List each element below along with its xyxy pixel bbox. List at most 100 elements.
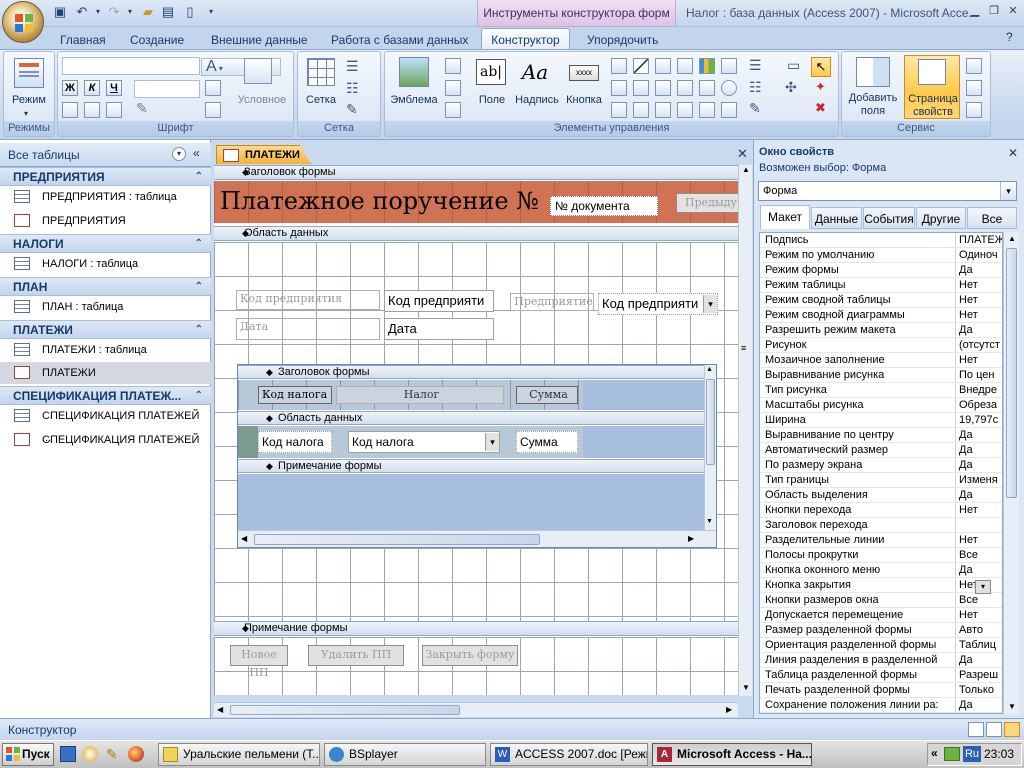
- close-document-icon[interactable]: ✕: [737, 146, 748, 162]
- subform-header-bar[interactable]: Заголовок формы: [238, 365, 706, 379]
- doc-number-field[interactable]: № документа: [550, 196, 658, 216]
- scroll-down-icon[interactable]: ▼: [742, 683, 750, 692]
- nav-menu-chevron-icon[interactable]: ▾: [172, 147, 186, 161]
- property-row[interactable]: Допускается перемещение Нет: [760, 608, 1002, 623]
- tool-icon[interactable]: ✎: [106, 746, 122, 762]
- property-value[interactable]: Да: [956, 563, 1002, 577]
- property-row[interactable]: Режим формы Да: [760, 263, 1002, 278]
- align-right-icon[interactable]: [106, 102, 122, 118]
- property-value[interactable]: Да: [956, 443, 1002, 457]
- property-row[interactable]: Кнопки перехода Нет: [760, 503, 1002, 518]
- property-row[interactable]: Режим сводной таблицы Нет: [760, 293, 1002, 308]
- subform-icon[interactable]: [699, 80, 715, 96]
- task-item-access[interactable]: A Microsoft Access - На...: [652, 743, 812, 766]
- scroll-left-icon[interactable]: ◀: [217, 705, 223, 714]
- line-type-ctl-icon[interactable]: ☷: [749, 79, 762, 96]
- insert-activex-icon[interactable]: [721, 102, 737, 118]
- scroll-down-icon[interactable]: ▼: [1008, 702, 1016, 711]
- language-indicator[interactable]: Ru: [963, 746, 981, 762]
- nav-item-plan-table[interactable]: ПЛАН : таблица: [0, 296, 211, 318]
- company-code-label[interactable]: Код предприятия: [236, 290, 380, 310]
- section-footer-bar[interactable]: Примечание формы: [214, 621, 738, 636]
- nav-item-spec-form[interactable]: СПЕЦИФИКАЦИЯ ПЛАТЕЖЕЙ: [0, 429, 211, 451]
- subform-control[interactable]: Заголовок формы ◆ Код налога Налог Сумма…: [237, 364, 717, 548]
- tab-control-icon[interactable]: [611, 58, 627, 74]
- option-button-icon[interactable]: [721, 80, 737, 96]
- tab-events[interactable]: События: [863, 207, 915, 229]
- subform-tax-combo[interactable]: Код налога ▾: [348, 431, 500, 453]
- nav-group-companies[interactable]: ПРЕДПРИЯТИЯ ⌃: [0, 167, 211, 186]
- tray-network-icon[interactable]: [944, 747, 960, 761]
- property-value[interactable]: Авто: [956, 623, 1002, 637]
- tab-design[interactable]: Конструктор: [481, 28, 570, 50]
- nav-group-payment-spec[interactable]: СПЕЦИФИКАЦИЯ ПЛАТЕЖ... ⌃: [0, 386, 211, 405]
- toggle-button-icon[interactable]: [655, 102, 671, 118]
- property-row[interactable]: Рисунок (отсутст: [760, 338, 1002, 353]
- property-value[interactable]: Одиноч: [956, 248, 1002, 262]
- property-value[interactable]: (отсутст: [956, 338, 1002, 352]
- clock[interactable]: 23:03: [984, 746, 1014, 762]
- control-wizards-icon[interactable]: ✣: [785, 79, 797, 96]
- special-effect-icon[interactable]: ▭: [787, 57, 800, 74]
- close-form-button[interactable]: Закрыть форму: [422, 645, 518, 666]
- property-row[interactable]: Линия разделения в разделенной Да: [760, 653, 1002, 668]
- tab-arrange[interactable]: Упорядочить: [583, 31, 662, 49]
- line-thickness-icon[interactable]: ☰: [346, 58, 359, 75]
- line-color-icon[interactable]: ✎: [346, 101, 358, 118]
- property-value[interactable]: Да: [956, 458, 1002, 472]
- chevron-up-icon[interactable]: ⌃: [195, 168, 203, 186]
- property-row[interactable]: Режим сводной диаграммы Нет: [760, 308, 1002, 323]
- title-icon[interactable]: [445, 58, 461, 74]
- company-label[interactable]: Предприятие: [510, 293, 594, 311]
- property-row[interactable]: Ширина 19,797с: [760, 413, 1002, 428]
- scroll-grip-icon[interactable]: ≡: [741, 343, 750, 353]
- property-value[interactable]: Изменя: [956, 473, 1002, 487]
- date-label[interactable]: Дата: [236, 318, 380, 340]
- subform-sum-label[interactable]: Сумма: [516, 386, 578, 404]
- macro-icon[interactable]: [966, 80, 982, 96]
- nav-item-payments-form[interactable]: ПЛАТЕЖИ: [0, 362, 211, 384]
- rectangle-icon[interactable]: [611, 80, 627, 96]
- line-thickness-ctl-icon[interactable]: ☰: [749, 57, 762, 74]
- view-code-icon[interactable]: [966, 102, 982, 118]
- property-row[interactable]: Выравнивание по центру Да: [760, 428, 1002, 443]
- hyperlink-icon[interactable]: [655, 58, 671, 74]
- property-row[interactable]: Ориентация разделенной формы Таблиц: [760, 638, 1002, 653]
- redo-icon[interactable]: ↷: [106, 4, 122, 20]
- delete-control-icon[interactable]: ✖: [815, 100, 826, 116]
- code-icon[interactable]: [966, 58, 982, 74]
- line-type-icon[interactable]: ☷: [346, 80, 359, 97]
- subform-tax-code-label[interactable]: Код налога: [258, 386, 332, 404]
- chevron-down-icon[interactable]: ▾: [1000, 182, 1016, 200]
- underline-button[interactable]: Ч: [106, 80, 122, 96]
- property-value[interactable]: По цен: [956, 368, 1002, 382]
- form-view-icon[interactable]: [968, 722, 984, 737]
- property-row[interactable]: Масштабы рисунка Обреза: [760, 398, 1002, 413]
- property-value[interactable]: Да: [956, 323, 1002, 337]
- format-painter-icon[interactable]: ✎: [136, 100, 148, 117]
- property-value[interactable]: 19,797с: [956, 413, 1002, 427]
- print-preview-icon[interactable]: ▤: [160, 4, 176, 20]
- property-value[interactable]: Внедре: [956, 383, 1002, 397]
- chevron-down-icon[interactable]: ▾: [975, 580, 991, 594]
- form-title-label[interactable]: Платежное поручение №: [220, 187, 539, 215]
- task-item-word[interactable]: W ACCESS 2007.doc [Режи...: [490, 743, 648, 766]
- start-button[interactable]: Пуск: [2, 743, 54, 766]
- chevron-down-icon[interactable]: ▾: [703, 295, 717, 313]
- show-desktop-icon[interactable]: [60, 746, 76, 762]
- restore-icon[interactable]: ❐: [985, 3, 1003, 19]
- chevron-up-icon[interactable]: ⌃: [195, 321, 203, 339]
- office-button[interactable]: [2, 1, 44, 43]
- close-window-icon[interactable]: ✕: [1004, 3, 1022, 19]
- property-value[interactable]: Да: [956, 488, 1002, 502]
- property-row[interactable]: Тип границы Изменя: [760, 473, 1002, 488]
- property-row[interactable]: Выравнивание рисунка По цен: [760, 368, 1002, 383]
- textbox-button[interactable]: Поле: [473, 94, 511, 107]
- property-value[interactable]: Нет: [956, 533, 1002, 547]
- delete-payment-button[interactable]: Удалить ПП: [308, 645, 404, 666]
- nav-group-taxes[interactable]: НАЛОГИ ⌃: [0, 234, 211, 253]
- scroll-left-icon[interactable]: ◀: [241, 534, 247, 543]
- property-value[interactable]: Нет: [956, 293, 1002, 307]
- property-sheet-button[interactable]: Страница свойств: [904, 55, 960, 119]
- new-payment-button[interactable]: Новое ПП: [230, 645, 288, 679]
